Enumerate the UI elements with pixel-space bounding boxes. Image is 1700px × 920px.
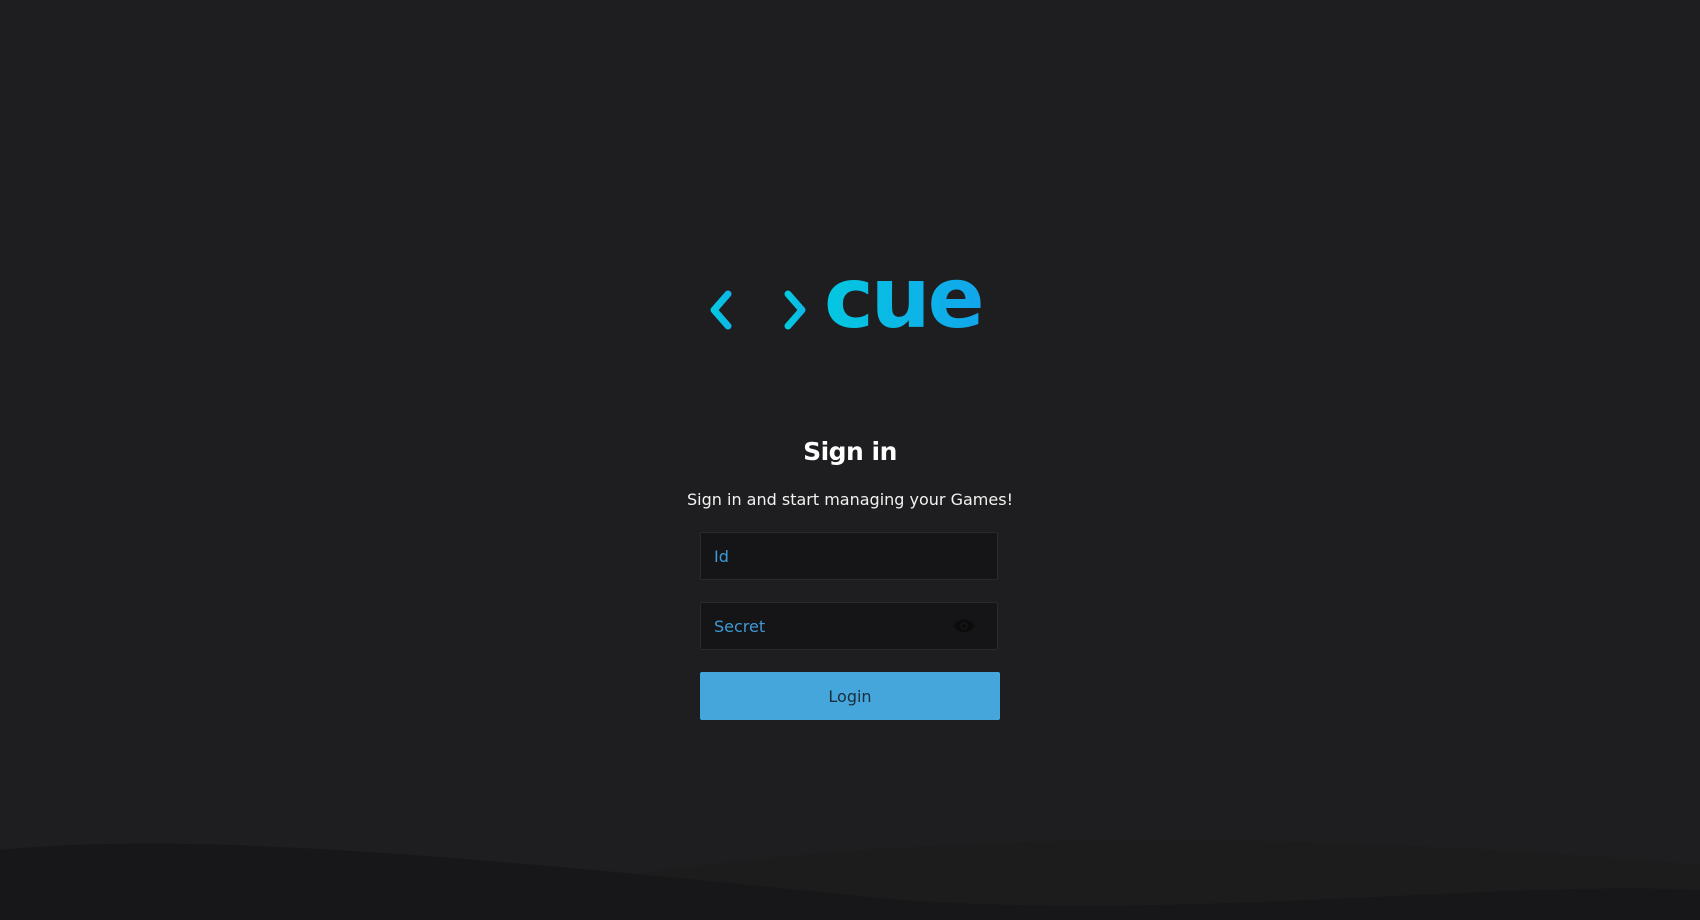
page-title: Sign in — [803, 437, 897, 466]
login-button[interactable]: Login — [700, 672, 1000, 720]
login-page: cue Sign in Sign in and start managing y… — [0, 0, 1700, 920]
background-waves — [0, 840, 1700, 920]
eye-icon[interactable] — [953, 617, 975, 635]
page-subtitle: Sign in and start managing your Games! — [687, 490, 1013, 509]
brand-logo-text: cue — [824, 249, 985, 347]
id-field — [700, 532, 998, 580]
soundwave-logo-icon — [710, 262, 806, 358]
secret-field — [700, 602, 998, 650]
id-input[interactable] — [701, 533, 997, 579]
brand-logo: cue — [708, 250, 993, 358]
